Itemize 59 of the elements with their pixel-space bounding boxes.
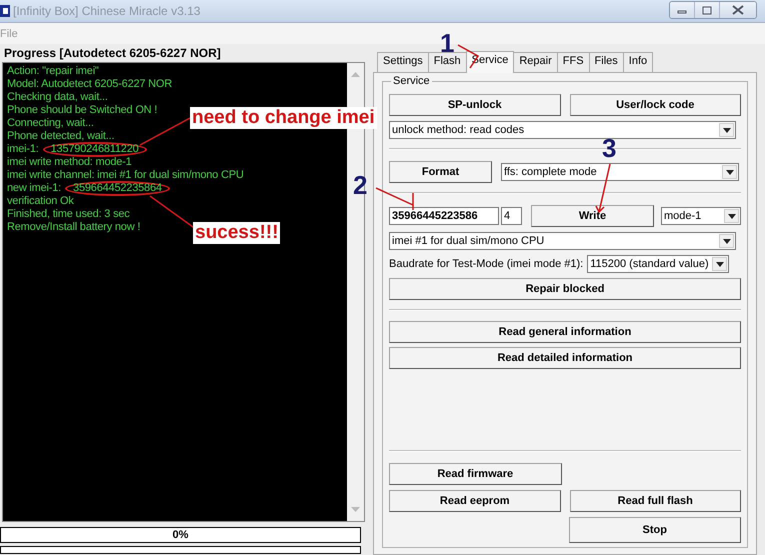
arrow: [375, 187, 414, 211]
button[interactable]: Read detailed information: [389, 347, 741, 369]
caret-icon: [722, 238, 730, 244]
app-icon: [0, 5, 10, 17]
button[interactable]: Read eeprom: [389, 490, 560, 512]
dropdown[interactable]: 115200 (standard value): [587, 255, 730, 273]
circled-number: 135790246811220: [42, 142, 147, 157]
close-icon: [732, 5, 744, 15]
log-line: new imei-1:: [7, 182, 62, 195]
log-line: imei write method: mode-1: [7, 156, 132, 169]
input-field[interactable]: 4: [501, 207, 522, 225]
log-line: imei write channel: imei #1 for dual sim/mono CPU: [7, 169, 244, 182]
step-number: 2: [353, 172, 368, 198]
group-title: Service: [391, 75, 432, 87]
input-field[interactable]: 35966445223586: [389, 207, 499, 225]
tab[interactable]: Info: [622, 52, 654, 72]
log-line: imei-1:: [7, 143, 39, 156]
log-line: Remove/Install battery now !: [7, 221, 140, 234]
callout-label: sucess!!!: [193, 222, 280, 244]
circled-number: 359664452235864: [65, 181, 170, 196]
button[interactable]: Read firmware: [389, 463, 562, 485]
dropdown[interactable]: imei #1 for dual sim/mono CPU: [389, 232, 736, 250]
button[interactable]: Format: [389, 161, 492, 183]
caret-icon: [722, 128, 730, 132]
log-line: Phone should be Switched ON !: [7, 104, 158, 117]
group-title: Progress [Autodetect 6205-6227 NOR]: [3, 46, 222, 62]
maximize-button[interactable]: [694, 2, 719, 18]
window-title: [Infinity Box] Chinese Miracle v3.13: [13, 4, 200, 18]
leader-line: [140, 117, 190, 146]
button[interactable]: Stop: [568, 517, 741, 543]
progress-label: 0%: [172, 529, 188, 541]
minimize-button[interactable]: [670, 2, 694, 18]
log-line: Phone detected, wait...: [7, 130, 114, 143]
close-button[interactable]: [719, 2, 756, 18]
log-line: verification Ok: [7, 195, 74, 208]
dropdown[interactable]: ffs: complete mode: [501, 163, 739, 181]
caret-icon: [726, 170, 734, 174]
maximize-icon: [702, 6, 712, 14]
scroll-up-icon: [351, 71, 360, 77]
button[interactable]: Write: [531, 205, 654, 227]
caret-icon: [716, 262, 724, 266]
caret-icon: [728, 214, 736, 218]
dropdown[interactable]: unlock method: read codes: [389, 121, 736, 139]
dropdown[interactable]: mode-1: [661, 207, 741, 225]
button[interactable]: Read full flash: [570, 490, 741, 512]
log-line: Connecting, wait...: [7, 117, 94, 130]
button[interactable]: User/lock code: [570, 94, 741, 116]
callout-label: need to change imei: [190, 107, 377, 129]
button[interactable]: Repair blocked: [389, 278, 741, 300]
step-number: 3: [602, 137, 616, 159]
log-line: Model: Autodetect 6205-6227 NOR: [7, 78, 172, 91]
log-line: Checking data, wait...: [7, 91, 108, 104]
tab[interactable]: Settings: [377, 52, 429, 72]
log-line: Finished, time used: 3 sec: [7, 208, 130, 221]
button[interactable]: SP-unlock: [389, 94, 560, 116]
field-label: Baudrate for Test-Mode (imei mode #1):: [389, 258, 584, 270]
log-line: Action: "repair imei": [7, 65, 99, 78]
button[interactable]: Read general information: [389, 321, 741, 343]
scroll-down-icon: [351, 507, 360, 513]
